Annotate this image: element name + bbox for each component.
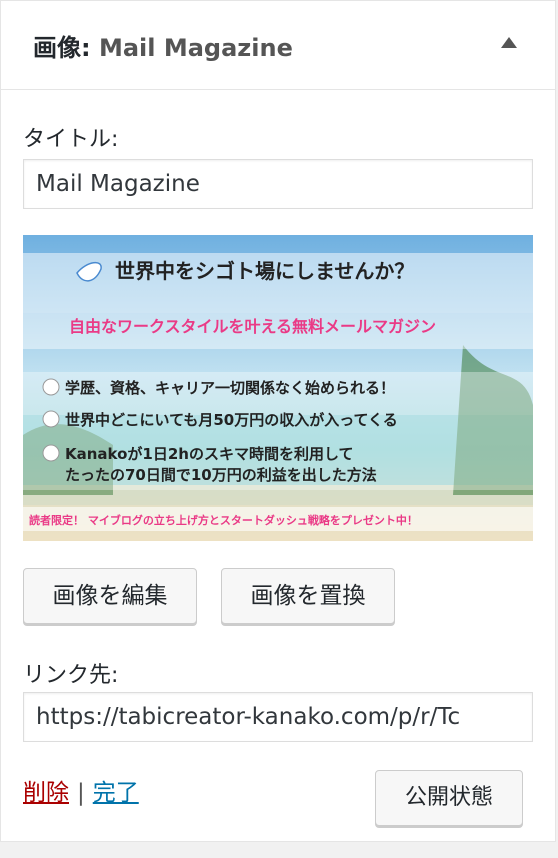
image-widget: 画像: Mail Magazine タイトル: Mail Magazine 世界… [0,0,556,842]
check-icon [42,378,60,396]
banner-bullet-3: Kanakoが1日2hのスキマ時間を利用して [65,445,354,463]
widget-header[interactable]: 画像: Mail Magazine [1,1,555,90]
widget-title-name: Mail Magazine [98,34,293,62]
check-icon [42,444,60,462]
banner-headline: 世界中をシゴト場にしませんか？ [115,259,414,283]
widget-title: 画像: Mail Magazine [33,28,293,63]
link-url-input[interactable]: https://tabicreator-kanako.com/p/r/Tc [23,692,533,742]
delete-link[interactable]: 削除 [23,780,69,806]
banner-footer: 読者限定！ マイブログの立ち上げ方とスタートダッシュ戦略をプレゼント中！ [29,513,418,527]
link-label: リンク先: [23,663,119,688]
replace-image-button[interactable]: 画像を置換 [221,568,395,624]
done-link[interactable]: 完了 [93,780,139,806]
banner-bullet-2: 世界中どこにいても月50万円の収入が入ってくる [65,411,398,429]
banner-subheadline: 自由なワークスタイルを叶える無料メールマガジン [69,317,436,336]
check-icon [42,410,60,428]
visibility-button[interactable]: 公開状態 [375,770,523,826]
title-label: タイトル: [23,127,119,152]
edit-image-button[interactable]: 画像を編集 [23,568,197,624]
banner-bullet-1: 学歴、資格、キャリア一切関係なく始められる！ [65,379,395,397]
link-separator: | [77,780,85,806]
banner-image[interactable]: 世界中をシゴト場にしませんか？ 自由なワークスタイルを叶える無料メールマガジン … [23,235,533,541]
title-input[interactable]: Mail Magazine [23,159,533,209]
collapse-arrow-icon[interactable] [501,37,517,48]
action-links: 削除 | 完了 [23,773,139,807]
banner-bullet-4: たったの70日間で10万円の利益を出した方法 [65,466,377,484]
widget-title-prefix: 画像: [33,34,91,62]
